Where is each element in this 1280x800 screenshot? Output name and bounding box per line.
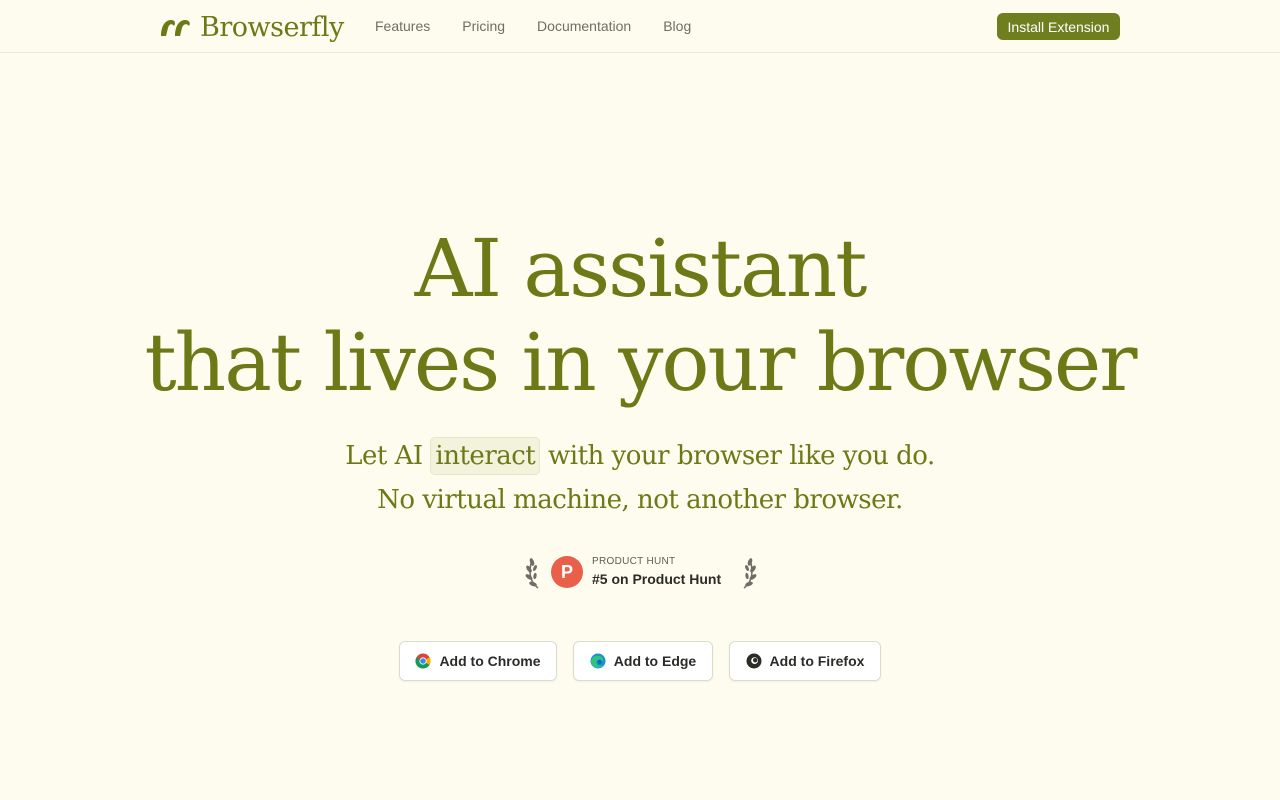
subtitle-suffix: with your browser like you do. [540,441,935,471]
subtitle-prefix: Let AI [345,441,431,471]
nav-documentation[interactable]: Documentation [537,18,631,34]
product-hunt-label: PRODUCT HUNT [592,556,676,567]
main-nav: Features Pricing Documentation Blog [375,18,691,34]
product-hunt-logo-icon: P [551,556,583,588]
browserfly-logo-icon [161,20,190,36]
add-to-edge-button[interactable]: Add to Edge [573,641,713,681]
site-header: Browserfly Features Pricing Documentatio… [0,0,1280,53]
add-to-chrome-button[interactable]: Add to Chrome [399,641,557,681]
add-to-chrome-label: Add to Chrome [439,653,541,669]
add-to-firefox-button[interactable]: Add to Firefox [729,641,881,681]
edge-icon [590,653,606,669]
subtitle-line-2: No virtual machine, not another browser. [377,485,903,515]
highlight-interact: interact [430,437,541,475]
browser-install-buttons: Add to Chrome Add to Edge Add to Firefox [0,641,1280,681]
brand-logo[interactable]: Browserfly [160,10,344,44]
product-hunt-text: PRODUCT HUNT #5 on Product Hunt [592,556,738,588]
add-to-edge-label: Add to Edge [613,653,697,669]
product-hunt-badge[interactable]: P PRODUCT HUNT #5 on Product Hunt [524,552,758,592]
product-hunt-rank: #5 on Product Hunt [592,571,722,587]
laurel-right-icon [743,558,757,589]
hero-title-line-1: AI assistant [414,222,868,315]
firefox-icon [746,653,762,669]
install-extension-button[interactable]: Install Extension [997,13,1120,40]
add-to-firefox-label: Add to Firefox [769,653,865,669]
nav-pricing[interactable]: Pricing [462,18,505,34]
laurel-left-icon [525,558,539,589]
hero-title: AI assistant that lives in your browser [0,222,1280,410]
hero-title-line-2: that lives in your browser [144,316,1138,409]
subtitle-line-1: Let AI interact with your browser like y… [0,434,1280,478]
brand-name: Browserfly [200,11,344,43]
hero-subtitle: Let AI interact with your browser like y… [0,434,1280,522]
nav-features[interactable]: Features [375,18,430,34]
chrome-icon [415,653,431,669]
nav-blog[interactable]: Blog [663,18,691,34]
